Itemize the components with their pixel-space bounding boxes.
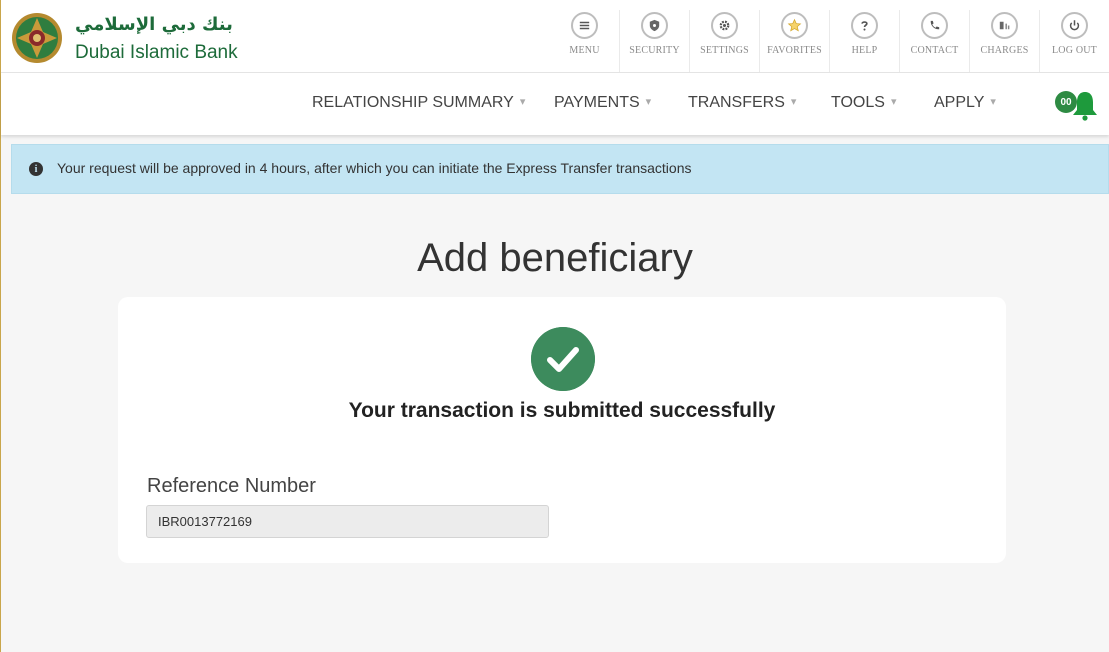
reference-number-field[interactable] — [146, 505, 549, 538]
nav-transfers[interactable]: TRANSFERS ▾ — [688, 94, 796, 112]
top-header: بنك دبي الإسلامي Dubai Islamic Bank MENU… — [1, 0, 1109, 73]
settings-label: SETTINGS — [700, 45, 749, 56]
brand-name-arabic: بنك دبي الإسلامي — [75, 14, 233, 35]
nav-tools[interactable]: TOOLS ▾ — [831, 94, 896, 112]
utility-toolbar: MENU SECURITY SETTINGS FAVORITES HELP CO… — [550, 10, 1109, 72]
nav-relationship-summary[interactable]: RELATIONSHIP SUMMARY ▾ — [312, 94, 525, 112]
alert-message: Your request will be approved in 4 hours… — [57, 160, 692, 176]
menu-label: MENU — [569, 45, 600, 56]
favorites-button[interactable]: FAVORITES — [759, 10, 829, 72]
security-label: SECURITY — [629, 45, 680, 56]
chevron-down-icon: ▾ — [990, 96, 996, 108]
favorites-label: FAVORITES — [767, 45, 822, 56]
success-message: Your transaction is submitted successful… — [348, 399, 776, 422]
success-check-icon — [531, 327, 595, 391]
security-button[interactable]: SECURITY — [619, 10, 689, 72]
help-button[interactable]: HELP — [829, 10, 899, 72]
help-label: HELP — [851, 45, 878, 56]
info-alert: i Your request will be approved in 4 hou… — [11, 144, 1109, 194]
settings-button[interactable]: SETTINGS — [689, 10, 759, 72]
nav-payments[interactable]: PAYMENTS ▾ — [554, 94, 651, 112]
contact-label: CONTACT — [910, 45, 959, 56]
dib-logo-icon — [12, 13, 62, 63]
contact-button[interactable]: CONTACT — [899, 10, 969, 72]
main-navigation: RELATIONSHIP SUMMARY ▾ PAYMENTS ▾ TRANSFER… — [1, 73, 1109, 135]
logout-button[interactable]: LOG OUT — [1039, 10, 1109, 72]
charges-button[interactable]: CHARGES — [969, 10, 1039, 72]
charges-label: CHARGES — [980, 45, 1029, 56]
nav-apply[interactable]: APPLY ▾ — [934, 94, 996, 112]
nav-label: RELATIONSHIP SUMMARY — [312, 94, 514, 111]
menu-icon — [571, 12, 598, 39]
chevron-down-icon: ▾ — [890, 96, 897, 108]
chevron-down-icon: ▾ — [519, 96, 526, 108]
page-title: Add beneficiary — [417, 236, 693, 280]
phone-icon — [921, 12, 948, 39]
logout-label: LOG OUT — [1051, 45, 1097, 56]
gear-icon — [711, 12, 738, 39]
notification-count-badge: 00 — [1055, 91, 1077, 113]
chevron-down-icon: ▾ — [790, 96, 797, 108]
info-icon: i — [29, 162, 43, 176]
nav-label: TRANSFERS — [688, 94, 785, 111]
charges-icon — [991, 12, 1018, 39]
shield-icon — [641, 12, 668, 39]
reference-number-label: Reference Number — [147, 475, 316, 497]
notifications-button[interactable]: 00 — [1055, 89, 1103, 123]
nav-label: TOOLS — [831, 94, 885, 111]
confirmation-card: Your transaction is submitted successful… — [118, 297, 1006, 563]
star-icon — [781, 12, 808, 39]
chevron-down-icon: ▾ — [645, 96, 652, 108]
nav-label: APPLY — [934, 94, 985, 111]
brand-name-english: Dubai Islamic Bank — [75, 42, 238, 63]
menu-button[interactable]: MENU — [550, 10, 619, 72]
help-icon — [851, 12, 878, 39]
power-icon — [1061, 12, 1088, 39]
nav-label: PAYMENTS — [554, 94, 640, 111]
